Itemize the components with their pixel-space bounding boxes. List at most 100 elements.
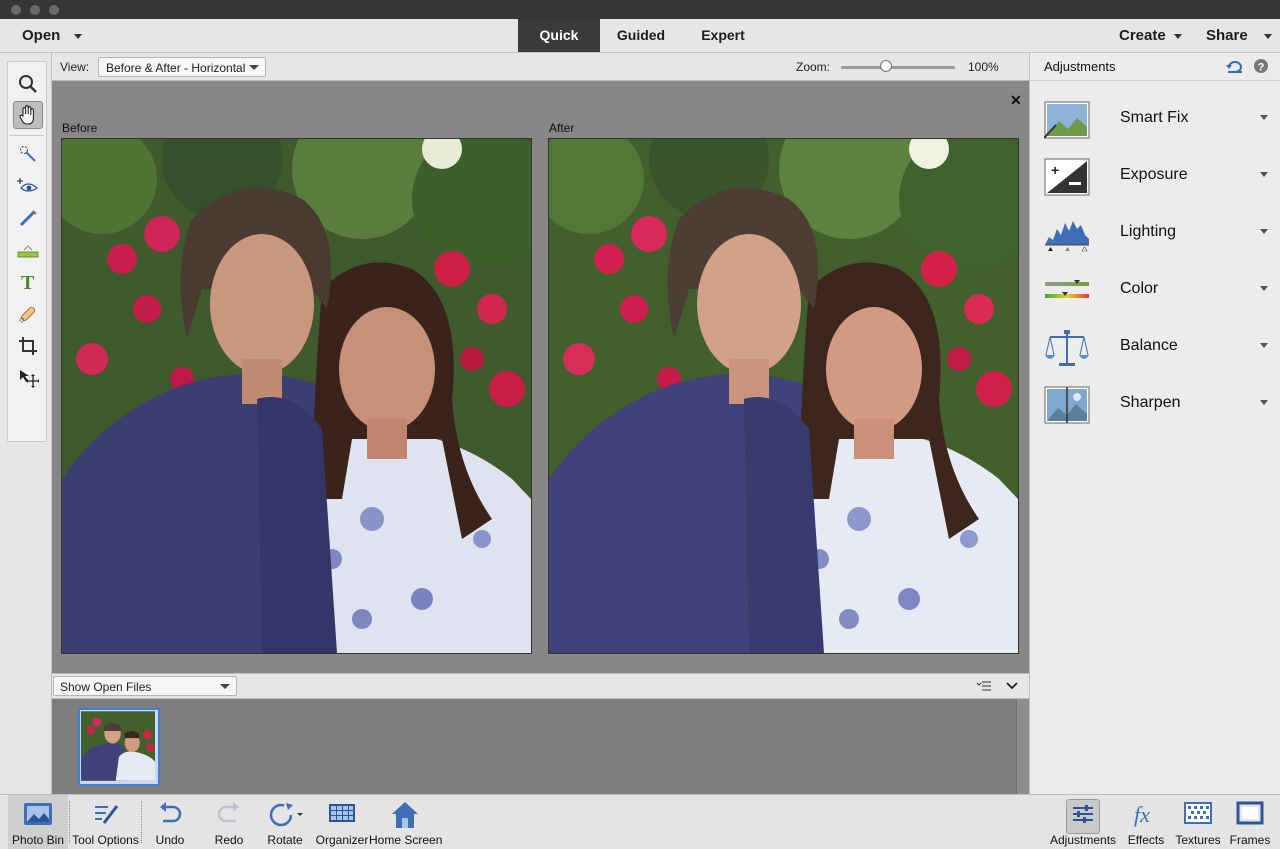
textures-label: Textures bbox=[1175, 833, 1221, 847]
open-file-thumbnail[interactable] bbox=[78, 708, 160, 786]
adjustments-button[interactable]: Adjustments bbox=[1050, 795, 1116, 849]
tab-quick[interactable]: Quick bbox=[518, 19, 600, 52]
svg-text:T: T bbox=[21, 272, 35, 292]
rotate-icon bbox=[267, 801, 303, 834]
adjustment-balance[interactable]: Balance bbox=[1030, 317, 1280, 374]
quick-selection-icon[interactable] bbox=[13, 140, 43, 168]
before-photo[interactable] bbox=[61, 138, 532, 654]
tool-options-label: Tool Options bbox=[72, 833, 139, 847]
zoom-slider-track[interactable] bbox=[841, 66, 955, 69]
window-titlebar bbox=[0, 0, 1280, 19]
color-chevron-down-icon bbox=[1260, 286, 1268, 291]
svg-text:+: + bbox=[1051, 162, 1059, 178]
redo-button[interactable]: Redo bbox=[207, 795, 251, 849]
view-chevron-down-icon bbox=[249, 65, 259, 70]
zoom-label: Zoom: bbox=[796, 60, 831, 74]
smart-fix-icon bbox=[1043, 101, 1090, 139]
view-mode-dropdown[interactable]: Before & After - Horizontal bbox=[98, 57, 266, 77]
red-eye-icon[interactable] bbox=[13, 172, 43, 200]
close-window-button[interactable] bbox=[11, 5, 21, 15]
smart-fix-label: Smart Fix bbox=[1120, 109, 1189, 126]
tool-options-button[interactable]: Tool Options bbox=[70, 795, 141, 849]
photo-bin-scrollbar[interactable] bbox=[1016, 699, 1029, 794]
sharpen-icon bbox=[1044, 386, 1090, 424]
bin-menu-icon[interactable] bbox=[976, 678, 992, 699]
svg-text:?: ? bbox=[1258, 62, 1265, 74]
textures-icon bbox=[1184, 801, 1212, 830]
undo-label: Undo bbox=[155, 833, 185, 847]
open-chevron-down-icon[interactable] bbox=[74, 34, 82, 39]
balance-icon bbox=[1044, 329, 1090, 367]
image-canvas: ✕ Before After bbox=[52, 81, 1029, 673]
svg-text:fx: fx bbox=[1134, 802, 1150, 827]
close-icon[interactable]: ✕ bbox=[1010, 92, 1022, 109]
straighten-icon[interactable] bbox=[13, 236, 43, 264]
taskbar-divider bbox=[141, 801, 142, 843]
undo-button[interactable]: Undo bbox=[148, 795, 192, 849]
minimize-window-button[interactable] bbox=[30, 5, 40, 15]
exposure-chevron-down-icon bbox=[1260, 172, 1268, 177]
tools-panel: T bbox=[0, 53, 52, 794]
adjustment-color[interactable]: Color bbox=[1030, 260, 1280, 317]
reset-icon[interactable] bbox=[1226, 58, 1244, 79]
adjustment-exposure[interactable]: + Exposure bbox=[1030, 146, 1280, 203]
panel-header: Adjustments ? bbox=[1030, 53, 1280, 81]
photo-bin-label: Photo Bin bbox=[11, 833, 65, 847]
mode-menubar: Open Quick Guided Expert Create Share bbox=[0, 19, 1280, 53]
after-photo[interactable] bbox=[548, 138, 1019, 654]
organizer-button[interactable]: Organizer bbox=[315, 795, 369, 849]
before-label: Before bbox=[62, 121, 98, 135]
share-chevron-down-icon[interactable] bbox=[1264, 34, 1272, 39]
exposure-label: Exposure bbox=[1120, 166, 1188, 183]
tab-expert[interactable]: Expert bbox=[682, 19, 764, 52]
exposure-icon: + bbox=[1044, 158, 1090, 196]
zoom-slider-handle[interactable] bbox=[880, 60, 892, 72]
lighting-chevron-down-icon bbox=[1260, 229, 1268, 234]
redo-label: Redo bbox=[214, 833, 244, 847]
rotate-button[interactable]: Rotate bbox=[262, 795, 308, 849]
zoom-tool-icon[interactable] bbox=[13, 70, 43, 98]
hand-tool-icon[interactable] bbox=[13, 101, 43, 129]
effects-label: Effects bbox=[1127, 833, 1165, 847]
lighting-icon bbox=[1044, 215, 1090, 253]
photo-bin bbox=[52, 699, 1029, 794]
collapse-bin-chevron-icon[interactable] bbox=[1005, 679, 1019, 698]
organizer-icon bbox=[328, 801, 356, 830]
help-icon[interactable]: ? bbox=[1253, 58, 1269, 79]
photo-bin-button[interactable]: Photo Bin bbox=[8, 795, 68, 849]
share-menu[interactable]: Share bbox=[1206, 27, 1248, 44]
tab-guided[interactable]: Guided bbox=[600, 19, 682, 52]
crop-tool-icon[interactable] bbox=[13, 332, 43, 360]
create-chevron-down-icon[interactable] bbox=[1174, 34, 1182, 39]
adjustment-sharpen[interactable]: Sharpen bbox=[1030, 374, 1280, 431]
zoom-value: 100% bbox=[968, 60, 999, 74]
move-tool-icon[interactable] bbox=[13, 364, 43, 392]
adjustments-label: Adjustments bbox=[1050, 833, 1117, 847]
textures-button[interactable]: Textures bbox=[1172, 795, 1224, 849]
frames-icon bbox=[1236, 801, 1264, 830]
home-screen-label: Home Screen bbox=[369, 833, 443, 847]
adjustments-panel: Adjustments ? Smart Fix + Exposure Light… bbox=[1029, 53, 1280, 794]
adjustment-lighting[interactable]: Lighting bbox=[1030, 203, 1280, 260]
view-options-bar: View: Before & After - Horizontal Zoom: … bbox=[52, 53, 1029, 81]
zoom-window-button[interactable] bbox=[49, 5, 59, 15]
frames-button[interactable]: Frames bbox=[1228, 795, 1272, 849]
whiten-teeth-icon[interactable] bbox=[13, 204, 43, 232]
undo-icon bbox=[157, 801, 183, 832]
open-menu[interactable]: Open bbox=[22, 27, 60, 44]
spot-healing-icon[interactable] bbox=[13, 300, 43, 328]
color-icon bbox=[1044, 272, 1090, 310]
after-label: After bbox=[549, 121, 575, 135]
redo-icon bbox=[216, 801, 242, 832]
adjustment-smart-fix[interactable]: Smart Fix bbox=[1030, 89, 1280, 146]
adjustments-icon bbox=[1066, 799, 1100, 834]
toolbox-divider bbox=[10, 135, 44, 136]
home-screen-button[interactable]: Home Screen bbox=[369, 795, 443, 849]
create-menu[interactable]: Create bbox=[1119, 27, 1166, 44]
home-icon bbox=[391, 801, 419, 834]
balance-label: Balance bbox=[1120, 337, 1178, 354]
bin-dropdown-value: Show Open Files bbox=[60, 680, 152, 694]
show-open-files-dropdown[interactable]: Show Open Files bbox=[53, 676, 237, 696]
effects-button[interactable]: fx Effects bbox=[1124, 795, 1168, 849]
type-tool-icon[interactable]: T bbox=[13, 268, 43, 296]
